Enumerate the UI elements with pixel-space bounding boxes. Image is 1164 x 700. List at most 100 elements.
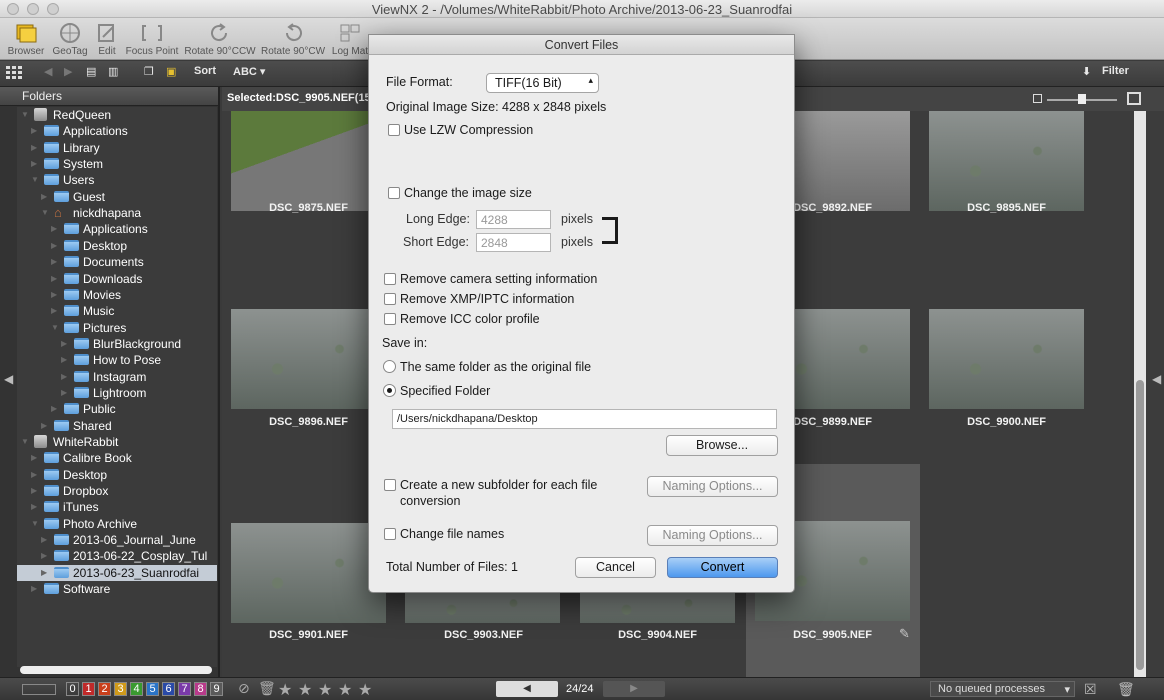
disclosure-triangle-icon[interactable]: ▶ — [31, 159, 37, 168]
change-names-checkbox[interactable] — [384, 528, 396, 540]
folder-tree-item[interactable]: ▶ 2013-06_Journal_June — [17, 532, 217, 548]
disclosure-triangle-icon[interactable]: ▶ — [31, 502, 37, 511]
remove-icc-checkbox[interactable] — [384, 313, 396, 325]
folder-tree-item[interactable]: ▶ Desktop — [17, 238, 217, 254]
small-thumb-icon[interactable] — [1033, 94, 1042, 103]
prev-page-button[interactable]: ◀ — [496, 681, 558, 697]
folder-tree-item[interactable]: ▶ How to Pose — [17, 352, 217, 368]
folder-tree-item[interactable]: ▶ Movies — [17, 287, 217, 303]
log-match-button[interactable]: Log Mat — [330, 22, 370, 57]
disclosure-triangle-icon[interactable]: ▶ — [41, 568, 47, 577]
thumbnail-image[interactable] — [929, 111, 1084, 211]
label-filter-4[interactable]: 4 — [130, 682, 143, 696]
file-naming-options-button[interactable]: Naming Options... — [647, 525, 778, 546]
folder-tree-item[interactable]: ▼ ⌂ nickdhapana — [17, 205, 217, 221]
disclosure-triangle-icon[interactable]: ▶ — [61, 339, 67, 348]
folder-tree-item[interactable]: ▶ BlurBlackground — [17, 336, 217, 352]
focus-point-button[interactable]: Focus Point — [124, 22, 180, 57]
folder-options-icon[interactable]: ▥ — [108, 65, 118, 78]
label-filter-0[interactable]: 0 — [66, 682, 79, 696]
filter-button[interactable]: Filter — [1102, 65, 1129, 77]
disclosure-triangle-icon[interactable]: ▶ — [31, 143, 37, 152]
folder-tree-item[interactable]: ▼ Users — [17, 172, 217, 188]
forward-arrow-icon[interactable]: ▶ — [64, 65, 72, 78]
convert-button[interactable]: Convert — [667, 557, 778, 578]
folder-up-icon[interactable]: ▤ — [86, 65, 96, 78]
browse-button[interactable]: Browse... — [666, 435, 778, 456]
folder-path-input[interactable] — [392, 409, 777, 429]
folder-tree-item[interactable]: ▼ WhiteRabbit — [17, 434, 217, 450]
large-thumb-icon[interactable] — [1127, 92, 1141, 105]
disclosure-triangle-icon[interactable]: ▶ — [51, 290, 57, 299]
label-filter-7[interactable]: 7 — [178, 682, 191, 696]
back-arrow-icon[interactable]: ◀ — [44, 65, 52, 78]
lzw-checkbox[interactable] — [388, 124, 400, 136]
folder-tree-item[interactable]: ▼ RedQueen — [17, 107, 217, 123]
same-folder-radio[interactable] — [383, 360, 396, 373]
folder-tree-item[interactable]: ▼ Pictures — [17, 320, 217, 336]
disclosure-triangle-icon[interactable]: ▼ — [51, 323, 59, 332]
label-filter-9[interactable]: 9 — [210, 682, 223, 696]
copy-icon[interactable]: ❐ — [144, 65, 154, 78]
folder-tree-item[interactable]: ▶ Guest — [17, 189, 217, 205]
trash-rating-icon[interactable]: 🗑 — [258, 680, 276, 697]
disclosure-triangle-icon[interactable]: ▶ — [41, 535, 47, 544]
long-edge-input[interactable] — [476, 210, 551, 229]
subfolder-naming-options-button[interactable]: Naming Options... — [647, 476, 778, 497]
folder-tree-item[interactable]: ▶ Library — [17, 140, 217, 156]
folder-tree-item[interactable]: ▶ Desktop — [17, 467, 217, 483]
thumbnail-image[interactable] — [231, 309, 386, 409]
label-filter-6[interactable]: 6 — [162, 682, 175, 696]
folder-tree-item[interactable]: ▶ Calibre Book — [17, 450, 217, 466]
folder-tree-item[interactable]: ▶ Lightroom — [17, 385, 217, 401]
sort-button[interactable]: Sort — [194, 65, 216, 77]
trash-icon[interactable]: 🗑 — [1117, 681, 1135, 698]
thumbnail-image[interactable] — [231, 523, 386, 623]
aspect-link-bracket-icon[interactable] — [602, 217, 618, 244]
label-filter-1[interactable]: 1 — [82, 682, 95, 696]
cancel-queue-icon[interactable]: ☒ — [1084, 681, 1097, 698]
label-filter-5[interactable]: 5 — [146, 682, 159, 696]
disclosure-triangle-icon[interactable]: ▶ — [51, 257, 57, 266]
next-page-button[interactable]: ▶ — [603, 681, 665, 697]
disclosure-triangle-icon[interactable]: ▶ — [31, 584, 37, 593]
disclosure-triangle-icon[interactable]: ▶ — [61, 372, 67, 381]
disclosure-triangle-icon[interactable]: ▶ — [51, 274, 57, 283]
change-size-checkbox[interactable] — [388, 187, 400, 199]
slider-knob[interactable] — [1078, 94, 1086, 104]
thumbnail-image[interactable] — [405, 590, 560, 623]
rotate-ccw-button[interactable]: Rotate 90°CCW — [184, 22, 256, 57]
create-subfolder-checkbox[interactable] — [384, 479, 396, 491]
abc-sort-dropdown[interactable]: ABC ▾ — [233, 65, 265, 78]
folder-tree-item[interactable]: ▶ System — [17, 156, 217, 172]
star-rating-4-icon[interactable]: ★ — [338, 680, 352, 700]
collapse-right-panel-icon[interactable]: ◀ — [1152, 372, 1161, 386]
disclosure-triangle-icon[interactable]: ▼ — [31, 175, 39, 184]
disclosure-triangle-icon[interactable]: ▶ — [51, 241, 57, 250]
file-format-select[interactable]: TIFF(16 Bit) ▴ — [486, 73, 599, 93]
geotag-button[interactable]: GeoTag — [50, 22, 90, 57]
no-rating-icon[interactable]: ⊘ — [238, 680, 250, 697]
disclosure-triangle-icon[interactable]: ▼ — [41, 208, 49, 217]
disclosure-triangle-icon[interactable]: ▶ — [31, 453, 37, 462]
disclosure-triangle-icon[interactable]: ▶ — [41, 551, 47, 560]
edit-button[interactable]: Edit — [92, 22, 122, 57]
star-rating-2-icon[interactable]: ★ — [298, 680, 312, 700]
layout-toggle-icon[interactable] — [22, 684, 56, 695]
process-queue-dropdown[interactable]: No queued processes ▾ — [930, 681, 1075, 697]
folder-tree-item[interactable]: ▶ Music — [17, 303, 217, 319]
folder-tree-item[interactable]: ▶ Shared — [17, 418, 217, 434]
cancel-button[interactable]: Cancel — [575, 557, 656, 578]
thumbnail-image[interactable] — [231, 111, 386, 211]
browser-button[interactable]: Browser — [6, 22, 46, 57]
folder-tree-item[interactable]: ▶ Public — [17, 401, 217, 417]
label-filter-2[interactable]: 2 — [98, 682, 111, 696]
folder-tree-item[interactable]: ▶ 2013-06-22_Cosplay_Tul — [17, 548, 217, 564]
grid-view-icon[interactable] — [6, 66, 24, 83]
disclosure-triangle-icon[interactable]: ▶ — [51, 306, 57, 315]
star-rating-3-icon[interactable]: ★ — [318, 680, 332, 700]
rotate-cw-button[interactable]: Rotate 90°CW — [260, 22, 326, 57]
folder-tree-item[interactable]: ▶ Downloads — [17, 271, 217, 287]
specified-folder-radio[interactable] — [383, 384, 396, 397]
disclosure-triangle-icon[interactable]: ▶ — [31, 126, 37, 135]
